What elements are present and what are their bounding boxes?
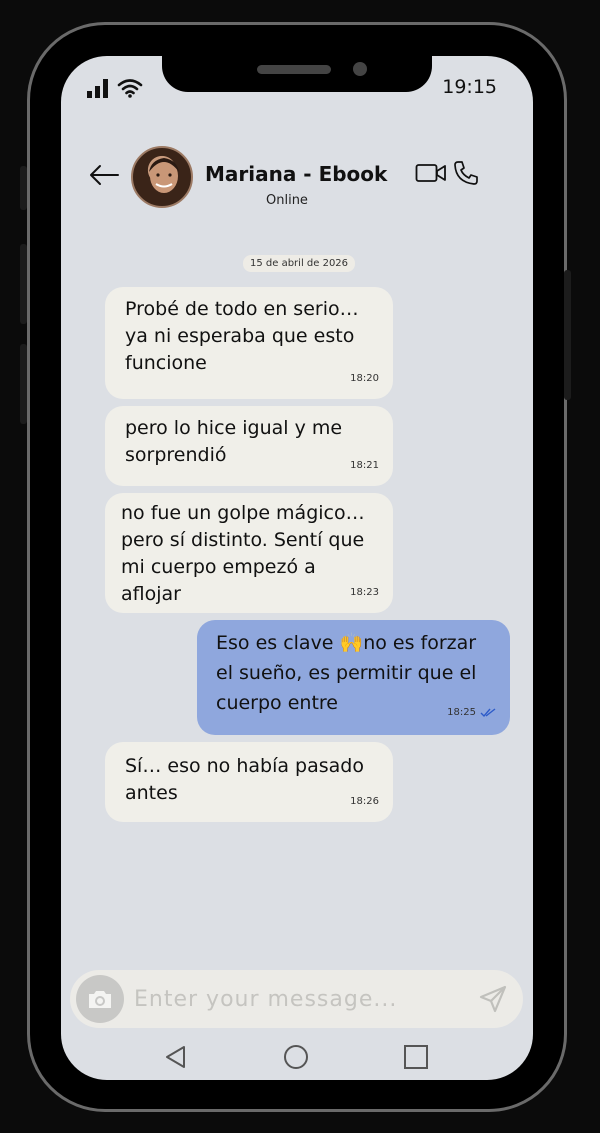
signal-icon	[87, 78, 109, 102]
message-text: Probé de todo en serio… ya ni esperaba q…	[125, 298, 359, 374]
contact-status: Online	[266, 193, 308, 208]
nav-back-icon[interactable]	[164, 1045, 186, 1073]
chat-header: Mariana - Ebook Online	[61, 146, 533, 216]
status-icons	[87, 78, 143, 102]
camera-icon[interactable]	[76, 975, 124, 1023]
message-text: pero lo hice igual y me sorprendió	[125, 417, 343, 466]
message-bubble-outgoing[interactable]: Eso es clave 🙌no es forzar el sueño, es …	[197, 620, 510, 735]
send-icon[interactable]	[478, 984, 508, 1018]
power-button	[564, 270, 571, 400]
wifi-icon	[117, 78, 143, 102]
message-time: 18:23	[350, 587, 379, 598]
volume-up-button	[20, 244, 27, 324]
nav-recents-icon[interactable]	[404, 1045, 428, 1069]
message-text: no fue un golpe mágico… pero sí distinto…	[121, 502, 365, 605]
message-time: 18:21	[350, 460, 379, 471]
notch	[162, 56, 432, 92]
date-separator: 15 de abril de 2026	[243, 255, 356, 272]
nav-home-icon[interactable]	[284, 1045, 308, 1069]
avatar[interactable]	[131, 146, 193, 208]
speaker	[257, 65, 331, 74]
double-check-icon	[480, 697, 496, 727]
message-bubble-incoming[interactable]: Probé de todo en serio… ya ni esperaba q…	[105, 287, 393, 399]
video-camera-icon[interactable]	[415, 162, 447, 188]
message-time: 18:26	[350, 796, 379, 807]
phone-icon[interactable]	[453, 160, 479, 190]
side-button	[20, 166, 27, 210]
back-arrow-icon[interactable]	[89, 164, 119, 190]
front-camera	[353, 62, 367, 76]
message-input[interactable]	[134, 980, 454, 1018]
contact-name: Mariana - Ebook	[205, 162, 388, 186]
message-bubble-incoming[interactable]: no fue un golpe mágico… pero sí distinto…	[105, 493, 393, 613]
message-time: 18:25	[447, 707, 476, 718]
phone-screen: 19:15 Mariana - Ebook Online 15 de abril…	[61, 56, 533, 1080]
message-bubble-incoming[interactable]: pero lo hice igual y me sorprendió 18:21	[105, 406, 393, 486]
message-text: Sí… eso no había pasado antes	[125, 755, 364, 804]
message-time: 18:20	[350, 373, 379, 384]
message-composer	[70, 970, 523, 1028]
message-bubble-incoming[interactable]: Sí… eso no había pasado antes 18:26	[105, 742, 393, 822]
system-nav-bar	[61, 1040, 533, 1074]
volume-down-button	[20, 344, 27, 424]
status-time: 19:15	[442, 76, 497, 98]
